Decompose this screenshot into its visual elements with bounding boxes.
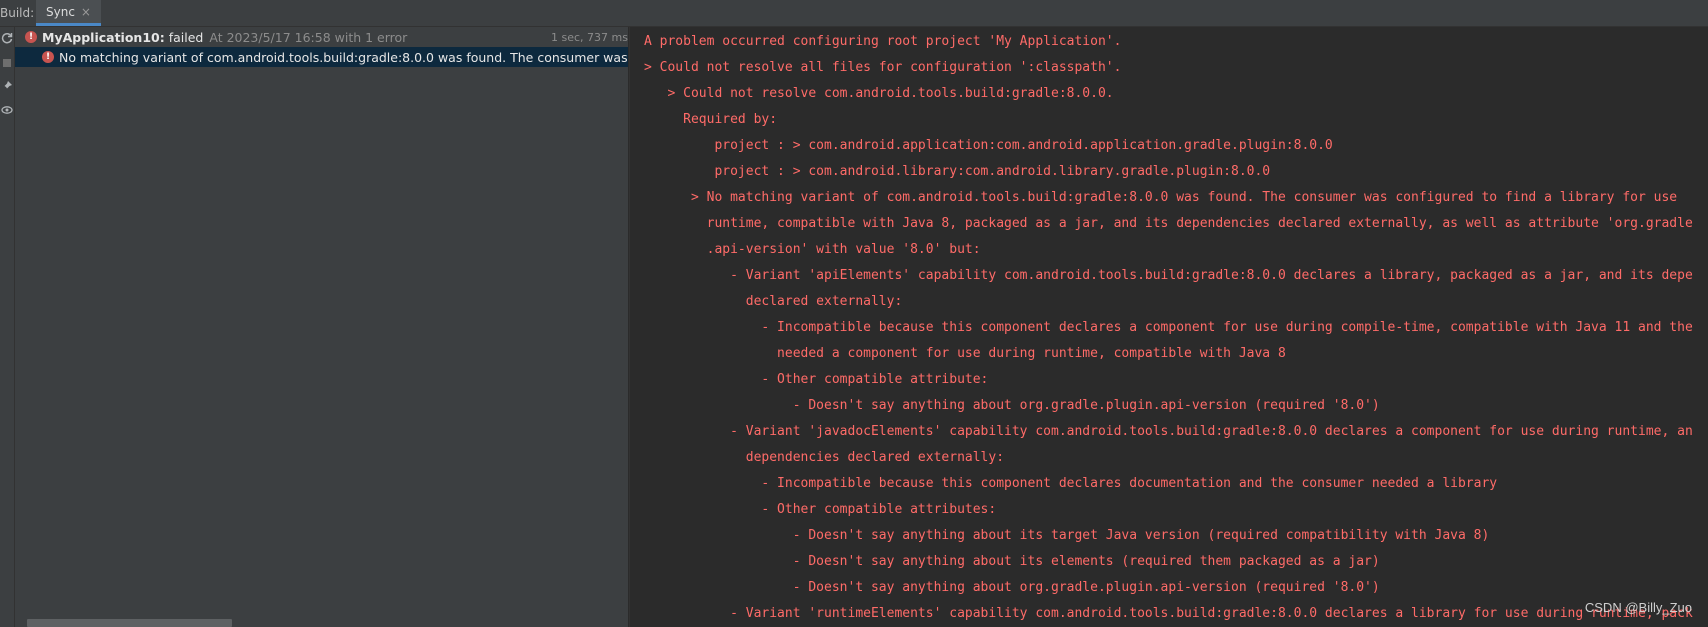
console-line: - Variant 'javadocElements' capability c…: [644, 424, 1693, 439]
console-line: > Could not resolve all files for config…: [644, 60, 1122, 75]
console-line: - Other compatible attributes:: [644, 502, 997, 517]
console-output[interactable]: A problem occurred configuring root proj…: [629, 27, 1708, 627]
tool-strip: [0, 27, 15, 627]
console-line: declared externally:: [644, 294, 903, 309]
console-line: .api-version' with value '8.0' but:: [644, 242, 981, 257]
console-line: - Other compatible attribute:: [644, 372, 989, 387]
error-icon: !: [42, 51, 54, 63]
project-name: MyApplication10:: [42, 29, 165, 45]
tab-sync[interactable]: Sync ×: [36, 0, 101, 26]
console-line: - Doesn't say anything about org.gradle.…: [644, 398, 1380, 413]
console-line: - Doesn't say anything about its target …: [644, 528, 1490, 543]
sync-status: failed: [168, 29, 204, 45]
error-icon: !: [25, 31, 37, 43]
refresh-icon[interactable]: [0, 32, 14, 46]
sync-duration: 1 sec, 737 ms: [547, 30, 628, 44]
close-icon[interactable]: ×: [81, 5, 91, 19]
console-line: runtime, compatible with Java 8, package…: [644, 216, 1693, 231]
console-line: - Incompatible because this component de…: [644, 476, 1498, 491]
console-line: > No matching variant of com.android.too…: [644, 190, 1678, 205]
console-line: Required by:: [644, 112, 778, 127]
eye-icon[interactable]: [0, 104, 14, 118]
watermark: CSDN @Billy_Zuo: [1584, 600, 1692, 615]
console-line: > Could not resolve com.android.tools.bu…: [644, 86, 1114, 101]
sync-timestamp: At 2023/5/17 16:58 with 1 error: [209, 29, 408, 45]
console-line: - Doesn't say anything about org.gradle.…: [644, 580, 1380, 595]
build-label: Build:: [0, 6, 35, 20]
console-line: - Variant 'apiElements' capability com.a…: [644, 268, 1693, 283]
tree-row-project[interactable]: ! MyApplication10: failed At 2023/5/17 1…: [15, 27, 628, 47]
console-line: project : > com.android.application:com.…: [644, 138, 1333, 153]
tab-sync-label: Sync: [46, 4, 75, 19]
build-tree-pane: ! MyApplication10: failed At 2023/5/17 1…: [15, 27, 628, 627]
stop-icon[interactable]: [0, 57, 14, 71]
console-line: - Variant 'runtimeElements' capability c…: [644, 606, 1693, 621]
horizontal-scrollbar[interactable]: [27, 619, 232, 627]
console-line: needed a component for use during runtim…: [644, 346, 1286, 361]
console-line: dependencies declared externally:: [644, 450, 1005, 465]
error-message: No matching variant of com.android.tools…: [59, 49, 628, 65]
console-line: A problem occurred configuring root proj…: [644, 34, 1122, 49]
console-line: - Doesn't say anything about its element…: [644, 554, 1380, 569]
tree-row-error[interactable]: ! No matching variant of com.android.too…: [15, 47, 628, 67]
console-line: project : > com.android.library:com.andr…: [644, 164, 1271, 179]
pin-icon[interactable]: [0, 80, 14, 94]
build-toolbar: Build: Sync ×: [0, 0, 1708, 27]
console-line: - Incompatible because this component de…: [644, 320, 1693, 335]
